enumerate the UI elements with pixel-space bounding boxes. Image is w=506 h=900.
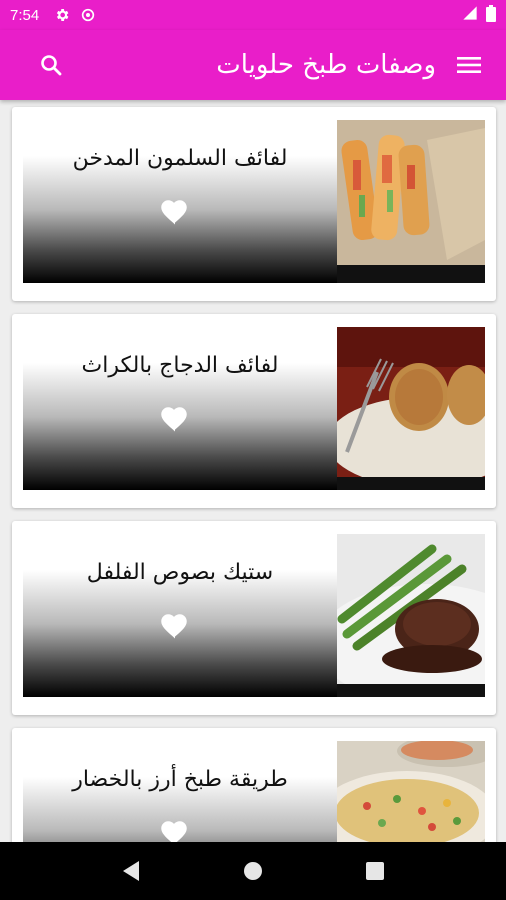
salmon-rolls-photo	[337, 120, 485, 283]
recipe-title: طريقة طبخ أرز بالخضار	[72, 767, 288, 792]
heart-icon[interactable]	[160, 405, 190, 433]
recipe-card[interactable]: لفائف الدجاج بالكراث	[12, 314, 496, 508]
recents-icon[interactable]	[355, 851, 395, 891]
signal-icon	[462, 5, 478, 25]
heart-icon[interactable]	[160, 612, 190, 640]
heart-icon[interactable]	[160, 198, 190, 226]
recipe-title: لفائف الدجاج بالكراث	[81, 353, 279, 378]
menu-icon[interactable]	[454, 50, 484, 80]
system-nav-bar	[0, 842, 506, 900]
heart-icon[interactable]	[160, 819, 190, 842]
recipe-title: لفائف السلمون المدخن	[72, 146, 288, 171]
recipe-card-body: لفائف الدجاج بالكراث	[23, 327, 485, 490]
back-icon[interactable]	[111, 851, 151, 891]
recipe-card[interactable]: لفائف السلمون المدخن	[12, 107, 496, 301]
home-icon[interactable]	[233, 851, 273, 891]
settings-icon	[53, 6, 71, 24]
recipe-list[interactable]: لفائف السلمون المدخن لفائف الدجاج بالكرا…	[0, 100, 506, 842]
recipe-card[interactable]: ستيك بصوص الفلفل	[12, 521, 496, 715]
app-bar: وصفات طبخ حلويات	[0, 30, 506, 100]
battery-icon	[486, 4, 496, 26]
recipe-card[interactable]: طريقة طبخ أرز بالخضار	[12, 728, 496, 842]
chicken-leek-rolls-photo	[337, 327, 485, 490]
recipe-card-body: لفائف السلمون المدخن	[23, 120, 485, 283]
recipe-title: ستيك بصوص الفلفل	[86, 560, 274, 585]
recipe-card-body: طريقة طبخ أرز بالخضار	[23, 741, 485, 842]
status-time: 7:54	[10, 6, 40, 24]
recipe-card-body: ستيك بصوص الفلفل	[23, 534, 485, 697]
status-bar: 7:54	[0, 0, 506, 30]
vegetable-rice-photo	[337, 741, 485, 842]
data-saver-icon	[79, 6, 97, 24]
page-title: وصفات طبخ حلويات	[216, 50, 436, 80]
search-icon[interactable]	[36, 50, 66, 80]
pepper-sauce-steak-photo	[337, 534, 485, 697]
